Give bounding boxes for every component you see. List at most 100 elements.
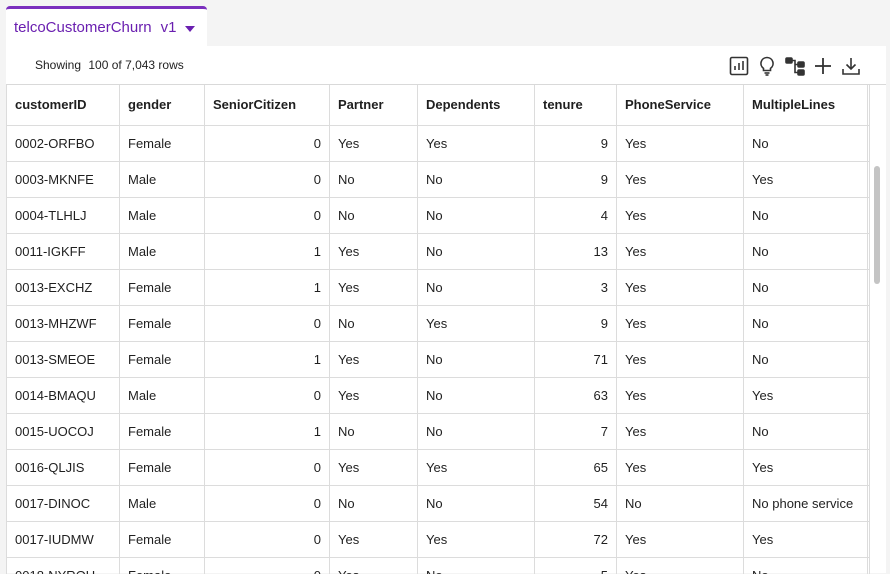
data-panel: Showing 100 of 7,043 rows customerID gen…	[6, 46, 886, 574]
table-cell: 7	[534, 413, 617, 450]
table-row[interactable]: 0002-ORFBO Female 0 Yes Yes 9 Yes No	[6, 125, 870, 162]
table-cell: Yes	[616, 449, 744, 486]
table-cell: Female	[119, 521, 205, 558]
table-cell: Yes	[329, 233, 418, 270]
row-count: 100 of 7,043 rows	[88, 58, 184, 72]
table-cell: 0004-TLHLJ	[6, 197, 120, 234]
table-row[interactable]: 0015-UOCOJ Female 1 No No 7 Yes No	[6, 413, 870, 450]
table-cell: Female	[119, 125, 205, 162]
table-cell: No	[417, 161, 535, 198]
table-cell: 0013-EXCHZ	[6, 269, 120, 306]
column-header[interactable]: gender	[119, 85, 205, 126]
table-cell: 0015-UOCOJ	[6, 413, 120, 450]
table-row[interactable]: 0013-SMEOE Female 1 Yes No 71 Yes No	[6, 341, 870, 378]
table-row[interactable]: 0013-EXCHZ Female 1 Yes No 3 Yes No	[6, 269, 870, 306]
chart-icon[interactable]	[727, 54, 751, 78]
table-cell: No	[417, 197, 535, 234]
table-cell: 0018-NYROU	[6, 557, 120, 574]
table-cell: Yes	[417, 449, 535, 486]
table-cell: Yes	[329, 521, 418, 558]
table-cell: 1	[204, 269, 330, 306]
table-cell: 0013-SMEOE	[6, 341, 120, 378]
table-cell: 0	[204, 305, 330, 342]
table-cell: No	[329, 413, 418, 450]
table-cell: Male	[119, 197, 205, 234]
table-cell: 63	[534, 377, 617, 414]
table-cell: Yes	[616, 269, 744, 306]
table-cell: No	[417, 485, 535, 522]
table-cell: 3	[534, 269, 617, 306]
table-cell: 0	[204, 377, 330, 414]
add-icon[interactable]	[811, 54, 835, 78]
table-cell: Yes	[743, 377, 870, 414]
table-cell: No	[743, 341, 870, 378]
table-cell: Male	[119, 233, 205, 270]
scrollbar-thumb[interactable]	[874, 166, 880, 284]
dataset-tab[interactable]: telcoCustomerChurn v1	[6, 6, 207, 46]
table-cell: 0003-MKNFE	[6, 161, 120, 198]
column-header[interactable]: Partner	[329, 85, 418, 126]
table-cell: No	[417, 341, 535, 378]
table-row[interactable]: 0004-TLHLJ Male 0 No No 4 Yes No	[6, 197, 870, 234]
table-cell: No phone service	[743, 485, 870, 522]
table-cell: 0	[204, 449, 330, 486]
version-label[interactable]: v1	[161, 19, 177, 36]
table-cell: No	[743, 413, 870, 450]
column-header[interactable]: Dependents	[417, 85, 535, 126]
table-cell: Female	[119, 305, 205, 342]
table-row[interactable]: 0016-QLJIS Female 0 Yes Yes 65 Yes Yes	[6, 449, 870, 486]
data-grid: customerID gender SeniorCitizen Partner Depe…	[6, 84, 886, 574]
table-row[interactable]: 0014-BMAQU Male 0 Yes No 63 Yes Yes	[6, 377, 870, 414]
table-cell: No	[743, 125, 870, 162]
table-cell: No	[417, 377, 535, 414]
table-cell: No	[417, 413, 535, 450]
table-row[interactable]: 0017-DINOC Male 0 No No 54 No No phone service	[6, 485, 870, 522]
table-cell: Female	[119, 341, 205, 378]
table-cell: 13	[534, 233, 617, 270]
table-cell: Yes	[329, 341, 418, 378]
table-cell: Male	[119, 377, 205, 414]
table-cell: 65	[534, 449, 617, 486]
table-row[interactable]: 0011-IGKFF Male 1 Yes No 13 Yes No	[6, 233, 870, 270]
table-cell: 1	[204, 341, 330, 378]
dataset-name: telcoCustomerChurn	[14, 19, 152, 36]
toolbar: Showing 100 of 7,043 rows	[6, 46, 886, 84]
table-cell: 0	[204, 197, 330, 234]
download-icon[interactable]	[839, 54, 863, 78]
vertical-scrollbar[interactable]	[874, 125, 880, 574]
column-header[interactable]: PhoneService	[616, 85, 744, 126]
table-row[interactable]: 0018-NYROUFemale0YesNo5YesNo	[6, 557, 870, 574]
lightbulb-icon[interactable]	[755, 54, 779, 78]
table-row[interactable]: 0013-MHZWF Female 0 No Yes 9 Yes No	[6, 305, 870, 342]
table-cell: 0	[204, 125, 330, 162]
table-cell: Yes	[616, 161, 744, 198]
column-header[interactable]: tenure	[534, 85, 617, 126]
table-cell: 0014-BMAQU	[6, 377, 120, 414]
table-cell: 0016-QLJIS	[6, 449, 120, 486]
table-cell: Yes	[616, 197, 744, 234]
table-cell: 0	[204, 485, 330, 522]
table-cell: 0011-IGKFF	[6, 233, 120, 270]
table-cell: No	[743, 305, 870, 342]
table-cell: Yes	[329, 557, 418, 574]
table-cell: No	[417, 269, 535, 306]
table-cell: No	[743, 557, 870, 574]
column-header[interactable]: MultipleLines	[743, 85, 870, 126]
table-row[interactable]: 0017-IUDMW Female 0 Yes Yes 72 Yes Yes	[6, 521, 870, 558]
table-cell: Female	[119, 413, 205, 450]
table-cell: 72	[534, 521, 617, 558]
table-cell: Female	[119, 557, 205, 574]
lineage-icon[interactable]	[783, 54, 807, 78]
column-header[interactable]: SeniorCitizen	[204, 85, 330, 126]
caret-down-icon[interactable]	[185, 25, 196, 32]
table-cell: 9	[534, 305, 617, 342]
table-cell: 9	[534, 125, 617, 162]
table-cell: Yes	[616, 305, 744, 342]
table-row[interactable]: 0003-MKNFE Male 0 No No 9 Yes Yes	[6, 161, 870, 198]
table-cell: 0	[204, 521, 330, 558]
table-cell: 0	[204, 557, 330, 574]
table-cell: Yes	[417, 125, 535, 162]
table-cell: Yes	[743, 521, 870, 558]
column-header[interactable]: customerID	[6, 85, 120, 126]
table-cell: 1	[204, 233, 330, 270]
